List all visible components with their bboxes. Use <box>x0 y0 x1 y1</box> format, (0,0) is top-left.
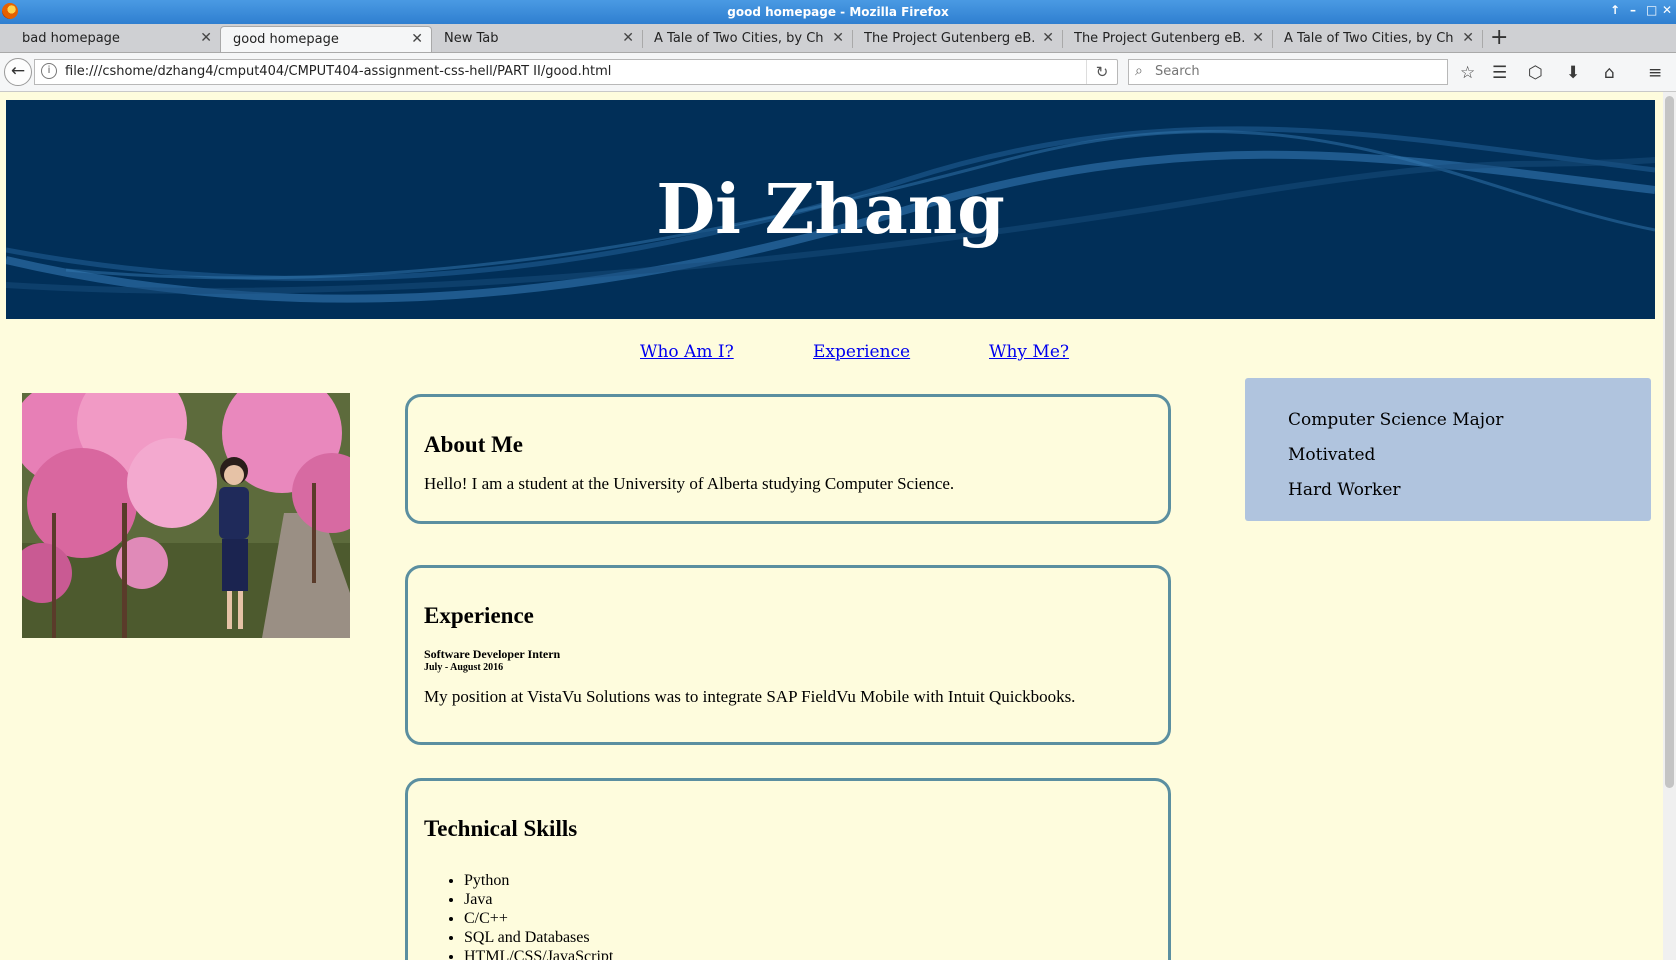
site-title: Di Zhang <box>656 170 1005 250</box>
about-me-heading: About Me <box>424 432 524 457</box>
search-input[interactable] <box>1153 63 1437 80</box>
nav-link-who-am-i[interactable]: Who Am I? <box>640 342 734 362</box>
page-viewport: Di Zhang Who Am I? Experience Why Me? Ab… <box>0 92 1662 960</box>
tab-close-icon[interactable]: ✕ <box>200 30 212 46</box>
url-text[interactable]: file:///cshome/dzhang4/cmput404/CMPUT404… <box>65 64 611 79</box>
tab-project-gutenberg[interactable]: The Project Gutenberg eB... ✕ <box>852 26 1062 52</box>
tab-close-icon[interactable]: ✕ <box>1462 30 1474 46</box>
window-minimize-icon[interactable]: – <box>1630 3 1636 17</box>
nav-link-why-me[interactable]: Why Me? <box>989 342 1069 362</box>
tab-close-icon[interactable]: ✕ <box>411 31 423 47</box>
experience-heading: Experience <box>424 603 534 628</box>
pocket-icon[interactable]: ⬡ <box>1528 63 1543 83</box>
trait-item: Hard Worker <box>1288 480 1401 500</box>
search-bar[interactable]: ⌕ <box>1128 59 1448 85</box>
new-tab-plus-icon[interactable]: + <box>1490 25 1508 50</box>
trait-item: Motivated <box>1288 445 1376 465</box>
tab-tale-of-two-cities[interactable]: A Tale of Two Cities, by Ch... ✕ <box>1272 26 1482 52</box>
home-icon[interactable]: ⌂ <box>1604 63 1615 83</box>
skill-item: HTML/CSS/JavaScript <box>464 947 613 960</box>
tab-new-tab[interactable]: New Tab ✕ <box>432 26 642 52</box>
tab-project-gutenberg[interactable]: The Project Gutenberg eB... ✕ <box>1062 26 1272 52</box>
tab-label: The Project Gutenberg eB... <box>1074 31 1244 46</box>
scrollbar-thumb[interactable] <box>1665 96 1674 788</box>
traits-sidebar: Computer Science Major Motivated Hard Wo… <box>1245 378 1651 521</box>
window-raise-icon[interactable]: ↑ <box>1610 3 1620 17</box>
job-dates: July - August 2016 <box>424 662 504 673</box>
tab-tale-of-two-cities[interactable]: A Tale of Two Cities, by Ch... ✕ <box>642 26 852 52</box>
header-banner: Di Zhang <box>6 100 1655 319</box>
profile-photo <box>22 393 350 638</box>
back-button[interactable]: ← <box>4 58 32 86</box>
tab-label: A Tale of Two Cities, by Ch... <box>654 31 824 46</box>
about-me-card: About Me Hello! I am a student at the Un… <box>405 394 1171 524</box>
skill-item: SQL and Databases <box>464 928 613 947</box>
tab-label: New Tab <box>444 31 499 46</box>
tab-label: good homepage <box>233 32 339 47</box>
tab-label: A Tale of Two Cities, by Ch... <box>1284 31 1454 46</box>
tab-bad-homepage[interactable]: bad homepage ✕ <box>10 26 220 52</box>
reading-list-icon[interactable]: ☰ <box>1492 63 1507 83</box>
tab-close-icon[interactable]: ✕ <box>832 30 844 46</box>
bookmark-star-icon[interactable]: ☆ <box>1460 63 1475 83</box>
profile-photo-image <box>22 393 350 638</box>
tab-close-icon[interactable]: ✕ <box>622 30 634 46</box>
window-titlebar: good homepage - Mozilla Firefox ↑ – □ ✕ <box>0 0 1676 24</box>
page-nav: Who Am I? Experience Why Me? <box>0 340 1662 370</box>
nav-link-experience[interactable]: Experience <box>813 342 910 362</box>
window-maximize-icon[interactable]: □ <box>1646 3 1657 17</box>
download-icon[interactable]: ⬇ <box>1566 63 1580 83</box>
tab-strip: bad homepage ✕ good homepage ✕ New Tab ✕… <box>0 24 1676 53</box>
navigation-toolbar: ← i file:///cshome/dzhang4/cmput404/CMPU… <box>0 53 1676 92</box>
technical-skills-heading: Technical Skills <box>424 816 578 841</box>
skill-item: Java <box>464 890 613 909</box>
info-icon[interactable]: i <box>41 63 57 79</box>
url-bar[interactable]: i file:///cshome/dzhang4/cmput404/CMPUT4… <box>34 59 1118 85</box>
reload-icon[interactable]: ↻ <box>1086 60 1117 84</box>
tab-close-icon[interactable]: ✕ <box>1042 30 1054 46</box>
skill-item: C/C++ <box>464 909 613 928</box>
menu-icon[interactable]: ≡ <box>1648 63 1662 83</box>
tab-good-homepage[interactable]: good homepage ✕ <box>220 26 432 52</box>
skills-list: Python Java C/C++ SQL and Databases HTML… <box>446 871 613 960</box>
tab-close-icon[interactable]: ✕ <box>1252 30 1264 46</box>
window-close-icon[interactable]: ✕ <box>1662 3 1672 17</box>
experience-text: My position at VistaVu Solutions was to … <box>424 687 1076 706</box>
search-icon: ⌕ <box>1135 63 1143 79</box>
tab-separator <box>1482 30 1483 48</box>
window-title: good homepage - Mozilla Firefox <box>727 5 949 19</box>
tab-label: bad homepage <box>22 31 120 46</box>
technical-skills-card: Technical Skills Python Java C/C++ SQL a… <box>405 778 1171 960</box>
trait-item: Computer Science Major <box>1288 410 1504 430</box>
experience-card: Experience Software Developer Intern Jul… <box>405 565 1171 745</box>
job-title: Software Developer Intern <box>424 647 561 661</box>
skill-item: Python <box>464 871 613 890</box>
back-arrow-icon: ← <box>10 61 26 81</box>
tab-label: The Project Gutenberg eB... <box>864 31 1034 46</box>
about-me-text: Hello! I am a student at the University … <box>424 474 955 493</box>
vertical-scrollbar[interactable] <box>1663 92 1676 960</box>
